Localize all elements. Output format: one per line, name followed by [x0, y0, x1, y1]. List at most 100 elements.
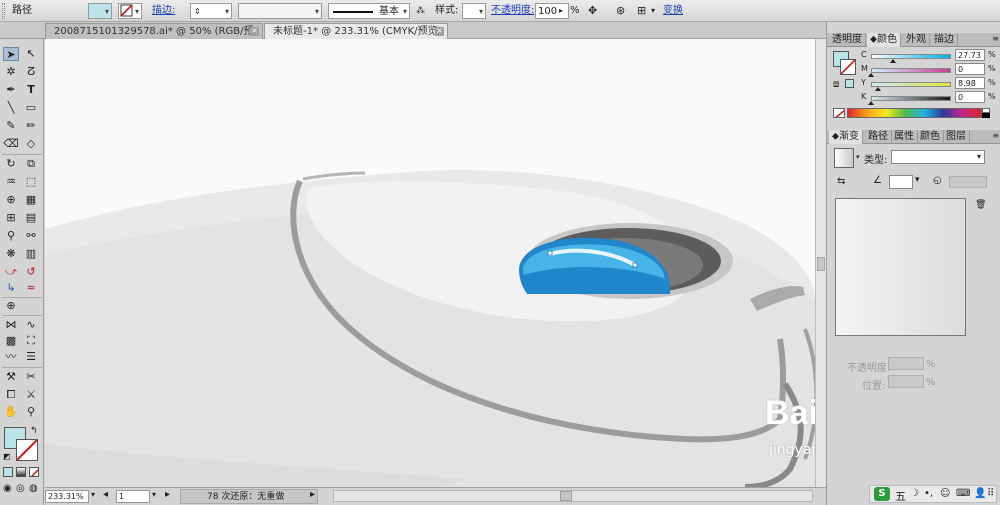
tab-layers[interactable]: 图层	[943, 130, 970, 144]
next-artboard-icon[interactable]: ▸	[165, 489, 170, 500]
text-flow-tool-icon[interactable]: ☰	[23, 350, 39, 364]
channel-slider-thumb[interactable]	[868, 101, 874, 105]
brush-options-icon[interactable]: ⁂	[416, 3, 425, 19]
chevron-down-icon[interactable]: ▾	[91, 490, 95, 499]
envelope-tool-icon[interactable]: ∿	[23, 318, 39, 332]
fill-color-swatch[interactable]: ▾	[88, 3, 112, 19]
gradient-preview-swatch[interactable]	[834, 148, 854, 168]
draw-normal-icon[interactable]: ◉	[3, 483, 12, 494]
none-color-button[interactable]	[833, 108, 845, 118]
stroke-swatch[interactable]	[16, 439, 38, 461]
moon-icon[interactable]: ☽	[910, 488, 919, 499]
scroll-thumb[interactable]	[560, 491, 572, 501]
channel-slider-track[interactable]	[871, 96, 951, 101]
channel-value-input[interactable]: 8.98	[955, 77, 985, 89]
live-paint-tool-icon[interactable]: ⛶	[23, 334, 39, 348]
sogou-icon[interactable]: S	[874, 487, 890, 501]
pencil-tool-icon[interactable]: ✏	[23, 119, 39, 133]
opacity-link[interactable]: 不透明度:	[491, 3, 534, 19]
channel-value-input[interactable]: 27.73	[955, 49, 985, 61]
canvas-vertical-scrollbar[interactable]	[815, 39, 826, 487]
opacity-input[interactable]: 100	[535, 3, 569, 19]
gradient-tool-icon[interactable]: ▤	[23, 211, 39, 225]
status-menu-icon[interactable]: ▸	[310, 489, 315, 500]
panel-menu-icon[interactable]: ≡	[992, 131, 999, 140]
smiley-icon[interactable]: ☺	[940, 488, 950, 499]
chart-grid-tool-icon[interactable]: ▩	[3, 334, 19, 348]
control-bar-grip[interactable]	[2, 3, 5, 19]
brush-profile-field[interactable]: 基本 ▾	[328, 3, 410, 19]
artboard-canvas[interactable]: Baidu 经验 jingyan.baidu.com	[45, 39, 815, 487]
default-colors-icon[interactable]: ◩	[3, 452, 11, 461]
knife-tool-icon[interactable]: ⚔	[23, 388, 39, 402]
magic-wand-tool-icon[interactable]: ✲	[3, 65, 19, 79]
align-icon[interactable]: ⊞	[637, 3, 646, 19]
rectangle-tool-icon[interactable]: ▭	[23, 101, 39, 115]
line-tool-icon[interactable]: ╲	[3, 101, 19, 115]
none-mode-button[interactable]	[29, 467, 39, 477]
user-icon[interactable]: 👤	[974, 488, 986, 499]
aspect-ratio-input[interactable]	[949, 176, 987, 188]
opacity-dropdown-icon[interactable]: ▸	[559, 3, 563, 19]
column-graph-tool-icon[interactable]: ▥	[23, 247, 39, 261]
tab-attributes[interactable]: 属性	[891, 130, 918, 144]
eyedropper-tool-icon[interactable]: ⚲	[3, 229, 19, 243]
gradient-slider-preview[interactable]	[835, 198, 966, 336]
scale-tool-icon[interactable]: ⧉	[23, 157, 39, 171]
zoom-field[interactable]: 233.31%	[45, 490, 89, 503]
stroke-link[interactable]: 描边:	[152, 3, 175, 19]
trash-icon[interactable]: 🗑	[975, 200, 986, 210]
artboard-number-field[interactable]: 1	[116, 490, 150, 503]
anchor-point-tool-icon[interactable]: ↳	[3, 281, 19, 295]
width-tool-icon[interactable]: ⤻	[3, 265, 19, 279]
eraser-tool-icon[interactable]: ◇	[23, 137, 39, 151]
ime-mode-label[interactable]: 五	[895, 488, 906, 504]
crop-tool-icon[interactable]: ⧠	[3, 388, 19, 402]
prev-artboard-icon[interactable]: ◂	[103, 489, 108, 500]
recolor-icon[interactable]: ✥	[588, 3, 597, 19]
tab-pathfinder[interactable]: 路径	[865, 130, 892, 144]
stroke-color-swatch[interactable]: ▾	[118, 3, 142, 19]
document-tab-1[interactable]: 2008715101329578.ai* @ 50% (RGB/预览) ×	[45, 23, 263, 52]
rotate-tool-icon[interactable]: ↻	[3, 157, 19, 171]
color-mode-button[interactable]	[3, 467, 13, 477]
smooth-tool-icon[interactable]: ≈	[23, 281, 39, 295]
symbol-sprayer-tool-icon[interactable]: ❋	[3, 247, 19, 261]
channel-slider-thumb[interactable]	[868, 73, 874, 77]
close-icon[interactable]: ×	[435, 27, 444, 36]
crosshair-tool-icon[interactable]: ⊕	[3, 299, 19, 313]
stroke-weight-field[interactable]: ⇕ ▾	[190, 3, 232, 19]
shape-builder-tool-icon[interactable]: ⊕	[3, 193, 19, 207]
zoom-tool-icon[interactable]: ⚲	[23, 405, 39, 419]
tab-gradient[interactable]: ⬥渐变	[829, 130, 863, 144]
transform-link[interactable]: 变换	[663, 3, 683, 19]
document-tab-2[interactable]: 未标题-1* @ 233.31% (CMYK/预览) ×	[264, 23, 448, 39]
tab-color-guide[interactable]: 颜色	[917, 130, 944, 144]
cube-icon[interactable]: ⧈	[833, 79, 839, 90]
tab-appearance[interactable]: 外观	[903, 33, 930, 47]
draw-behind-icon[interactable]: ◎	[16, 483, 25, 494]
pen-tool-icon[interactable]: ✒	[3, 83, 19, 97]
channel-slider-track[interactable]	[871, 82, 951, 87]
graphic-style-swatch[interactable]: ▾	[462, 3, 486, 19]
gradient-position-input[interactable]	[888, 375, 924, 388]
paintbrush-tool-icon[interactable]: ✎	[3, 119, 19, 133]
gradient-mode-button[interactable]	[16, 467, 26, 477]
warp-tool-icon[interactable]: ♒	[3, 175, 19, 189]
hand-tool-icon[interactable]: ✋	[3, 405, 19, 419]
globe-icon[interactable]: ⊛	[616, 3, 625, 19]
color-spectrum[interactable]	[847, 108, 982, 118]
color-panel-stroke-swatch[interactable]	[840, 59, 856, 75]
channel-slider-track[interactable]	[871, 54, 951, 59]
tab-stroke[interactable]: 描边	[931, 33, 958, 47]
channel-value-input[interactable]: 0	[955, 63, 985, 75]
free-transform-tool-icon[interactable]: ⬚	[23, 175, 39, 189]
type-tool-icon[interactable]: T	[23, 83, 39, 97]
channel-slider-thumb[interactable]	[875, 87, 882, 91]
selection-tool-icon[interactable]: ➤	[3, 47, 19, 61]
direct-selection-tool-icon[interactable]: ↖	[23, 47, 39, 61]
variable-width-field[interactable]: ▾	[238, 3, 322, 19]
perspective-grid-tool-icon[interactable]: ▦	[23, 193, 39, 207]
chevron-down-icon[interactable]: ▾	[856, 153, 860, 161]
lasso-tool-icon[interactable]: ⵒ	[23, 65, 39, 79]
